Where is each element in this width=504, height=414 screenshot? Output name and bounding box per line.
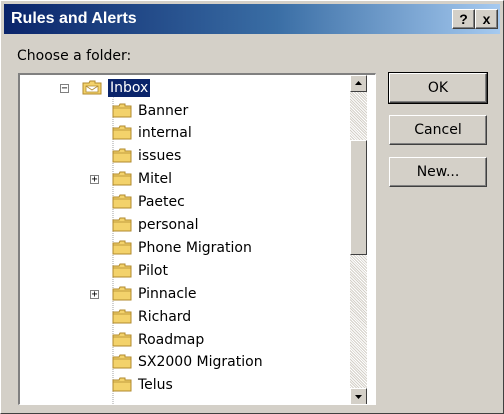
expand-icon[interactable]: + <box>90 289 99 299</box>
tree-node[interactable]: Paetec <box>20 191 350 213</box>
tree-node[interactable]: SX2000 Migration <box>20 351 350 373</box>
tree-node[interactable]: + Mitel <box>20 168 350 190</box>
tree-node[interactable]: internal <box>20 122 350 144</box>
tree-node-label: Telus <box>138 377 173 394</box>
tree-node[interactable]: personal <box>20 214 350 236</box>
folder-icon <box>112 332 132 346</box>
scroll-down-button[interactable] <box>350 388 367 404</box>
window-title: Rules and Alerts <box>11 10 137 27</box>
folder-tree[interactable]: − Inbox Banner internal issues + Mitel Paetec… <box>20 75 350 404</box>
tree-node-label: Phone Migration <box>138 239 252 256</box>
scroll-thumb[interactable] <box>350 140 367 255</box>
arrow-up-icon <box>355 81 362 85</box>
tree-node-label: Pinnacle <box>138 285 197 302</box>
close-icon: x <box>482 11 491 27</box>
tree-node-label: issues <box>138 148 182 165</box>
tree-node[interactable]: + Pinnacle <box>20 283 350 305</box>
tree-node[interactable]: Pilot <box>20 260 350 282</box>
tree-node-label: Banner <box>138 102 189 119</box>
tree-node-label: Inbox <box>106 78 152 98</box>
folder-icon <box>112 125 132 140</box>
folder-icon <box>112 354 132 369</box>
tree-node-label: Pilot <box>138 262 168 279</box>
folder-icon <box>112 263 132 278</box>
arrow-down-icon <box>355 395 362 399</box>
tree-node-label: personal <box>138 217 199 233</box>
tree-node-label: Richard <box>138 308 192 325</box>
folder-icon <box>112 286 132 301</box>
tree-node-label: Paetec <box>138 194 185 211</box>
tree-node[interactable]: Telus <box>20 374 350 396</box>
choose-folder-label: Choose a folder: <box>17 48 132 64</box>
folder-icon <box>112 240 132 255</box>
folder-tree-box: − Inbox Banner internal issues + Mitel Paetec… <box>18 73 376 405</box>
folder-icon <box>112 103 132 117</box>
tree-node[interactable]: Richard <box>20 306 350 328</box>
tree-node[interactable]: Banner <box>20 100 350 122</box>
folder-icon <box>112 148 132 163</box>
expand-icon[interactable]: + <box>90 175 99 185</box>
ok-button[interactable]: OK <box>388 72 488 104</box>
folder-icon <box>112 171 132 186</box>
folder-icon <box>112 217 132 232</box>
cancel-button[interactable]: Cancel <box>389 115 487 145</box>
new-folder-button[interactable]: New... <box>389 157 487 187</box>
title-bar[interactable]: Rules and Alerts ? x <box>4 4 500 34</box>
tree-node-label: Roadmap <box>138 331 205 348</box>
tree-node-label: SX2000 Migration <box>138 354 263 371</box>
scroll-up-button[interactable] <box>350 75 367 92</box>
help-icon: ? <box>459 11 468 27</box>
tree-node-inbox[interactable]: − Inbox <box>20 77 350 99</box>
inbox-folder-icon <box>82 80 102 95</box>
tree-node[interactable]: Roadmap <box>20 329 350 351</box>
folder-icon <box>112 309 132 324</box>
tree-node[interactable]: Phone Migration <box>20 237 350 259</box>
close-button[interactable]: x <box>475 9 498 29</box>
folder-icon <box>112 377 132 392</box>
tree-node-label: Mitel <box>138 171 172 188</box>
folder-icon <box>112 194 132 209</box>
collapse-icon[interactable]: − <box>60 84 69 94</box>
tree-vertical-scrollbar[interactable] <box>350 75 367 404</box>
tree-node[interactable]: issues <box>20 145 350 167</box>
rules-and-alerts-dialog: Rules and Alerts ? x Choose a folder: − … <box>0 0 504 414</box>
tree-node-label: internal <box>138 125 192 142</box>
help-button[interactable]: ? <box>452 9 475 29</box>
